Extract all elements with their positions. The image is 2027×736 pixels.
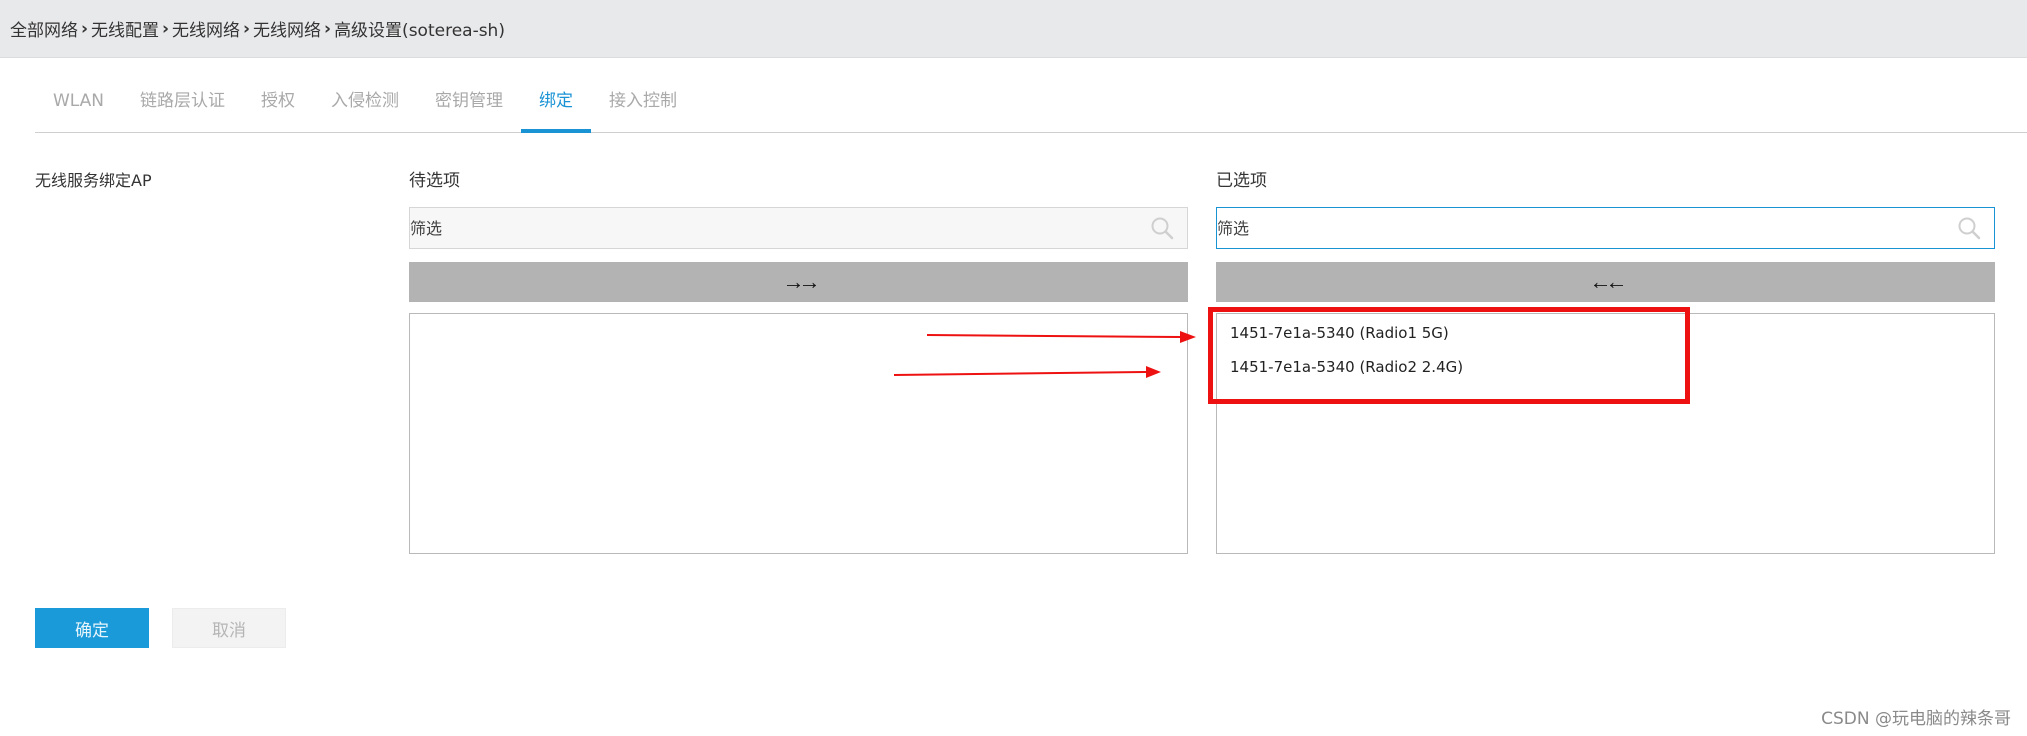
search-icon[interactable] — [1149, 215, 1175, 241]
available-title: 待选项 — [409, 171, 460, 191]
selected-filter — [1216, 207, 1995, 249]
selected-filter-input[interactable] — [1217, 217, 1956, 239]
breadcrumb-item-wireless-network-2[interactable]: 无线网络 — [253, 16, 321, 41]
breadcrumb-item-advanced-settings: 高级设置(soterea-sh) — [334, 21, 505, 41]
available-filter-input[interactable] — [410, 217, 1149, 239]
tab-intrusion-detection[interactable]: 入侵检测 — [313, 80, 417, 132]
chevron-right-icon: › — [243, 18, 251, 39]
move-all-right-button[interactable]: →→ — [409, 262, 1188, 302]
selected-list: 1451-7e1a-5340 (Radio1 5G) 1451-7e1a-534… — [1216, 313, 1995, 554]
list-item-radio2-2-4g[interactable]: 1451-7e1a-5340 (Radio2 2.4G) — [1230, 358, 1463, 376]
available-filter — [409, 207, 1188, 249]
breadcrumb-item-wireless-network[interactable]: 无线网络 — [172, 16, 240, 41]
chevron-right-icon: › — [162, 18, 170, 39]
breadcrumb: 全部网络 › 无线配置 › 无线网络 › 无线网络 › 高级设置(soterea… — [0, 0, 2027, 58]
list-item-radio1-5g[interactable]: 1451-7e1a-5340 (Radio1 5G) — [1230, 324, 1449, 342]
tab-link-auth[interactable]: 链路层认证 — [122, 80, 243, 132]
tab-key-management[interactable]: 密钥管理 — [417, 80, 521, 132]
tab-bar: WLAN 链路层认证 授权 入侵检测 密钥管理 绑定 接入控制 — [35, 80, 2027, 133]
cancel-button[interactable]: 取消 — [172, 608, 286, 648]
watermark: CSDN @玩电脑的辣条哥 — [1821, 709, 2011, 729]
tab-authorization[interactable]: 授权 — [243, 80, 313, 132]
tab-wlan[interactable]: WLAN — [35, 80, 122, 132]
selected-title: 已选项 — [1216, 171, 1267, 191]
breadcrumb-item-all-networks[interactable]: 全部网络 — [10, 16, 78, 41]
field-label-bind-ap: 无线服务绑定AP — [35, 171, 152, 190]
move-all-left-button[interactable]: ←← — [1216, 262, 1995, 302]
tab-access-control[interactable]: 接入控制 — [591, 80, 695, 132]
tab-binding[interactable]: 绑定 — [521, 80, 592, 133]
search-icon[interactable] — [1956, 215, 1982, 241]
chevron-right-icon: › — [81, 18, 89, 39]
chevron-right-icon: › — [324, 18, 332, 39]
confirm-button[interactable]: 确定 — [35, 608, 149, 648]
breadcrumb-item-wireless-config[interactable]: 无线配置 — [91, 16, 159, 41]
available-list[interactable] — [409, 313, 1188, 554]
